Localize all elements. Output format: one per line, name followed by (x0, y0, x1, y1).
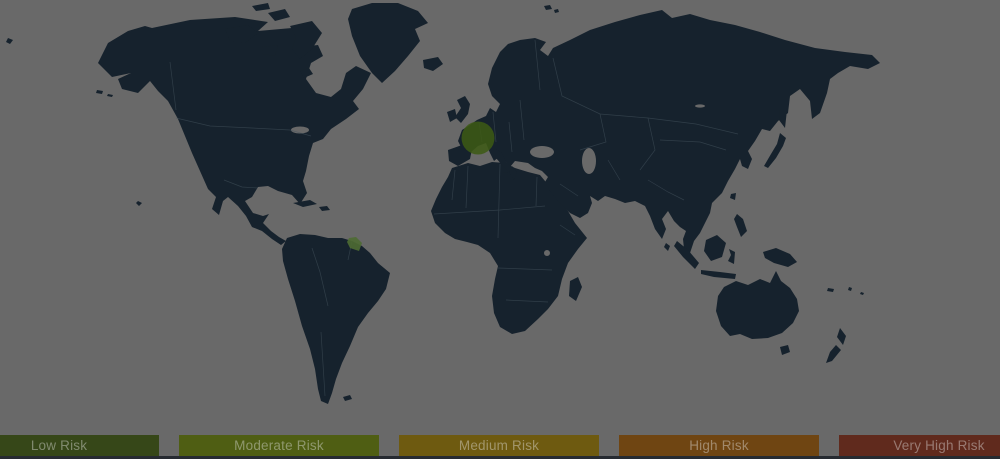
legend-label-medium-risk: Medium Risk (459, 438, 539, 453)
legend-item-very-high-risk[interactable]: Very High Risk (839, 435, 1000, 456)
region-british-isles[interactable] (447, 96, 470, 123)
legend-item-moderate-risk[interactable]: Moderate Risk (179, 435, 379, 456)
lake-victoria (544, 250, 550, 256)
risk-map-screen: Low Risk Moderate Risk Medium Risk High … (0, 0, 1000, 459)
region-iceland[interactable] (423, 57, 443, 71)
france-risk-marker[interactable] (462, 122, 495, 155)
world-map[interactable] (0, 0, 1000, 459)
region-new-zealand-oceania[interactable] (826, 287, 864, 363)
region-north-america[interactable] (98, 17, 371, 245)
region-svalbard[interactable] (544, 5, 559, 13)
sea-caspian (582, 148, 596, 174)
risk-legend: Low Risk Moderate Risk Medium Risk High … (0, 435, 1000, 456)
map-landmasses[interactable] (6, 3, 880, 404)
region-australia[interactable] (716, 271, 799, 355)
region-madagascar[interactable] (569, 277, 582, 301)
legend-label-moderate-risk: Moderate Risk (234, 438, 324, 453)
lake-great-lakes (291, 127, 309, 134)
region-south-america[interactable] (282, 234, 390, 404)
legend-label-low-risk: Low Risk (31, 438, 87, 453)
sea-black-sea (530, 146, 554, 158)
lake-baikal (695, 104, 705, 107)
legend-label-high-risk: High Risk (689, 438, 749, 453)
legend-item-low-risk[interactable]: Low Risk (0, 435, 159, 456)
legend-item-medium-risk[interactable]: Medium Risk (399, 435, 599, 456)
legend-label-very-high-risk: Very High Risk (893, 438, 984, 453)
legend-item-high-risk[interactable]: High Risk (619, 435, 819, 456)
